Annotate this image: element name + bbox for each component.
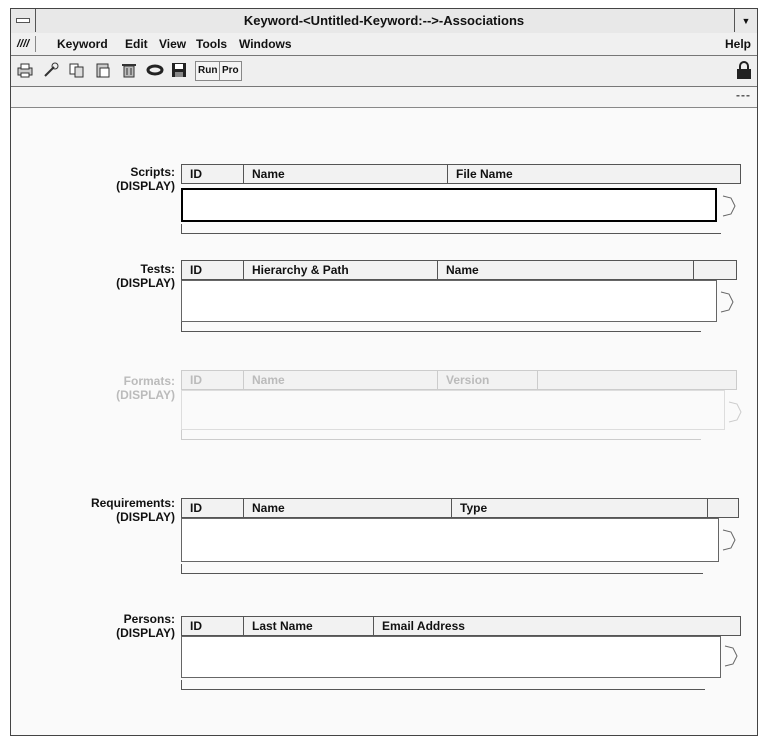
formats-label: Formats: (DISPLAY) (25, 374, 175, 402)
scripts-horizontal-scroll[interactable] (181, 224, 721, 234)
formats-horizontal-scroll (181, 430, 701, 440)
formats-label-text: Formats: (123, 374, 175, 388)
copy-icon[interactable] (67, 60, 87, 80)
refresh-icon[interactable] (145, 60, 165, 80)
column-header-id[interactable]: ID (182, 499, 244, 517)
column-header-name[interactable]: Name (244, 165, 448, 183)
status-bar: --- (11, 87, 757, 108)
column-header-email-address[interactable]: Email Address (374, 617, 740, 635)
menu-windows[interactable]: Windows (239, 36, 292, 52)
column-header-id[interactable]: ID (182, 165, 244, 183)
toolbar: Run Pro (11, 56, 757, 87)
down-arrow-icon: ▼ (741, 15, 751, 26)
tests-horizontal-scroll[interactable] (181, 322, 701, 332)
column-header-id: ID (182, 371, 244, 389)
column-header-version: Version (438, 371, 538, 389)
pro-button[interactable]: Pro (219, 61, 242, 81)
requirements-horizontal-scroll[interactable] (181, 564, 703, 574)
scripts-label-text: Scripts: (130, 165, 175, 179)
requirements-table-body[interactable] (181, 518, 719, 562)
menu-view[interactable]: View (159, 36, 186, 52)
requirements-label: Requirements: (DISPLAY) (25, 496, 175, 524)
scripts-vertical-scroll[interactable] (721, 194, 737, 218)
column-header-last-name[interactable]: Last Name (244, 617, 374, 635)
menu-tools[interactable]: Tools (196, 36, 227, 52)
paste-icon[interactable] (93, 60, 113, 80)
requirements-label-text: Requirements: (90, 496, 175, 510)
column-header-name[interactable]: Name (244, 499, 452, 517)
menu-keyword[interactable]: Keyword (57, 36, 108, 52)
menu-help[interactable]: Help (725, 36, 751, 52)
window-title: Keyword-<Untitled-Keyword:-->-Associatio… (243, 13, 525, 28)
system-menu-icon (16, 18, 30, 23)
tools-icon[interactable] (41, 60, 61, 80)
status-indicator: --- (736, 88, 751, 102)
tests-table-header: ID Hierarchy & Path Name (181, 260, 737, 280)
persons-mode-text: (DISPLAY) (116, 626, 175, 640)
lock-icon[interactable] (735, 60, 753, 80)
column-header-name: Name (244, 371, 438, 389)
tests-table-body[interactable] (181, 280, 717, 322)
delete-icon[interactable] (119, 60, 139, 80)
run-button[interactable]: Run (195, 61, 221, 81)
tests-vertical-scroll[interactable] (719, 290, 735, 314)
minimize-button[interactable]: ▼ (734, 9, 757, 32)
column-header-id[interactable]: ID (182, 617, 244, 635)
formats-vertical-scroll (728, 401, 742, 423)
persons-horizontal-scroll[interactable] (181, 680, 705, 690)
column-header-extra (538, 371, 736, 389)
persons-table-header: ID Last Name Email Address (181, 616, 741, 636)
save-icon[interactable] (169, 60, 189, 80)
associations-panel: Scripts: (DISPLAY) ID Name File Name Tes… (11, 108, 757, 735)
menu-edit[interactable]: Edit (125, 36, 148, 52)
scripts-label: Scripts: (DISPLAY) (25, 165, 175, 193)
scripts-table-body[interactable] (181, 188, 717, 222)
title-bar: Keyword-<Untitled-Keyword:-->-Associatio… (11, 9, 757, 34)
system-menu-button[interactable] (11, 9, 36, 32)
column-header-extra[interactable] (708, 499, 738, 517)
column-header-file-name[interactable]: File Name (448, 165, 740, 183)
menu-bar: //// Keyword Edit View Tools Windows Hel… (11, 33, 757, 56)
column-header-extra[interactable] (694, 261, 736, 279)
formats-table-body (181, 390, 725, 430)
column-header-id[interactable]: ID (182, 261, 244, 279)
tests-label: Tests: (DISPLAY) (25, 262, 175, 290)
associations-window: Keyword-<Untitled-Keyword:-->-Associatio… (10, 8, 758, 736)
scripts-mode-text: (DISPLAY) (116, 179, 175, 193)
column-header-hierarchy-path[interactable]: Hierarchy & Path (244, 261, 438, 279)
requirements-mode-text: (DISPLAY) (116, 510, 175, 524)
column-header-type[interactable]: Type (452, 499, 708, 517)
requirements-vertical-scroll[interactable] (721, 528, 737, 552)
scripts-table-header: ID Name File Name (181, 164, 741, 184)
requirements-table-header: ID Name Type (181, 498, 739, 518)
formats-table-header: ID Name Version (181, 370, 737, 390)
persons-label-text: Persons: (123, 612, 175, 626)
persons-table-body[interactable] (181, 636, 721, 678)
tests-mode-text: (DISPLAY) (116, 276, 175, 290)
persons-vertical-scroll[interactable] (723, 644, 739, 668)
formats-mode-text: (DISPLAY) (116, 388, 175, 402)
print-icon[interactable] (15, 60, 35, 80)
tests-label-text: Tests: (140, 262, 175, 276)
persons-label: Persons: (DISPLAY) (25, 612, 175, 640)
app-logo-icon: //// (17, 36, 37, 52)
column-header-name[interactable]: Name (438, 261, 694, 279)
